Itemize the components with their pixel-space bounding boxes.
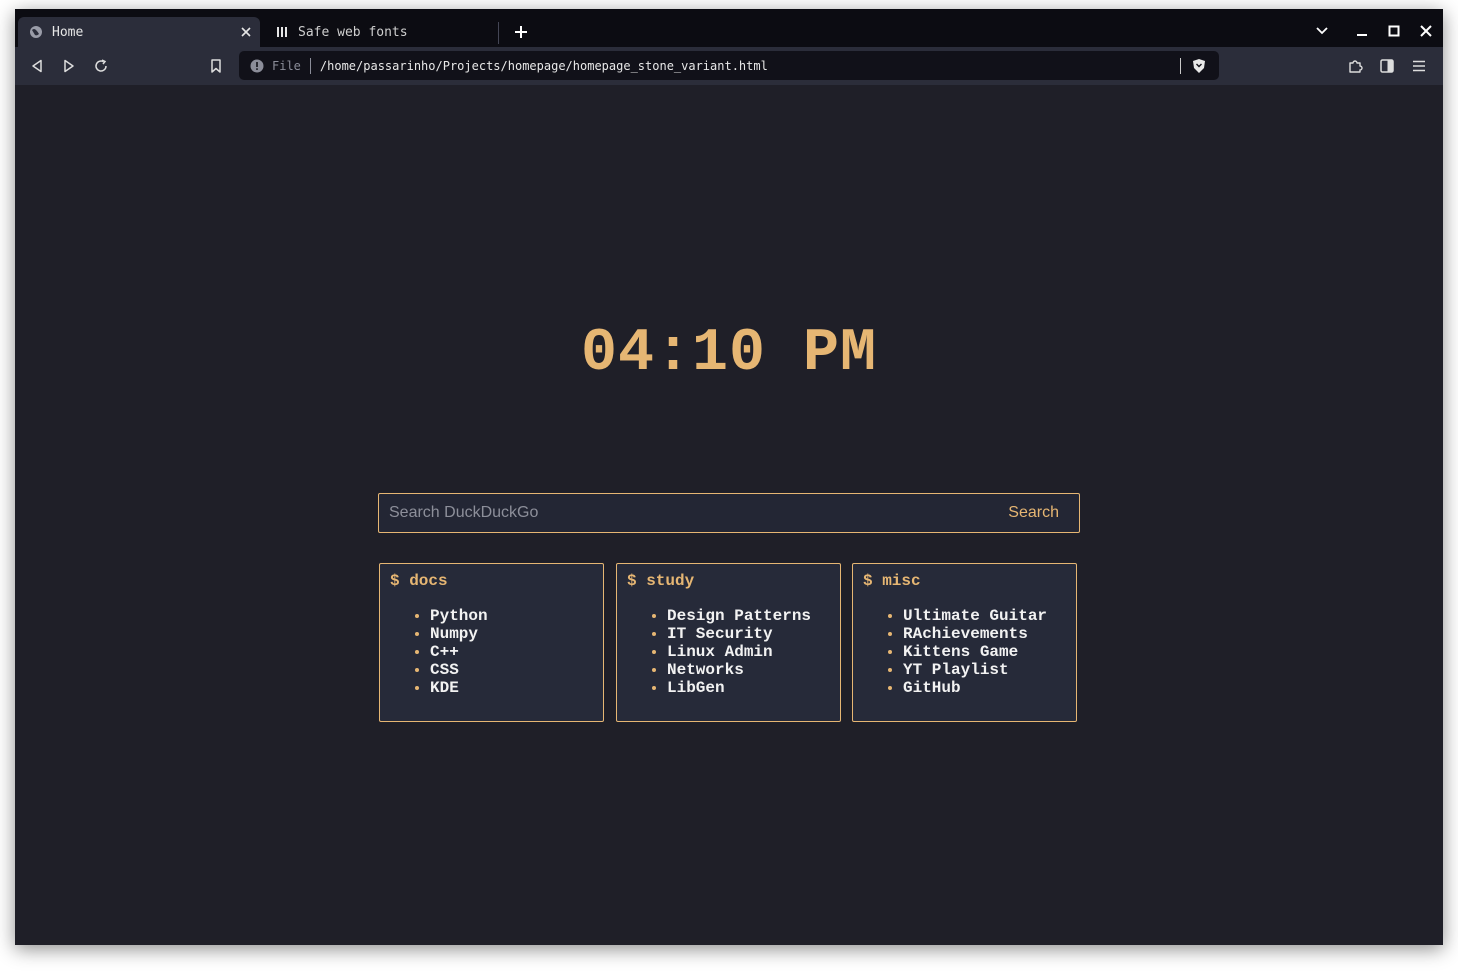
link-rachievements[interactable]: RAchievements (887, 625, 1047, 643)
card-title: $ docs (390, 572, 448, 590)
back-button[interactable] (23, 53, 51, 79)
search-input[interactable] (379, 495, 999, 531)
link-cpp[interactable]: C++ (415, 643, 488, 661)
site-info-icon[interactable] (250, 59, 264, 73)
link-yt-playlist[interactable]: YT Playlist (887, 661, 1047, 679)
tab-title: Home (52, 24, 84, 40)
search-button[interactable]: Search (998, 495, 1079, 531)
tab-home[interactable]: Home (18, 17, 260, 47)
sidebar-button[interactable] (1373, 53, 1401, 79)
link-ultimate-guitar[interactable]: Ultimate Guitar (887, 607, 1047, 625)
maximize-icon (1388, 25, 1400, 37)
extensions-button[interactable] (1341, 53, 1369, 79)
link-linux-admin[interactable]: Linux Admin (651, 643, 811, 661)
link-networks[interactable]: Networks (651, 661, 811, 679)
puzzle-icon (1349, 60, 1363, 73)
site-favicon-icon (274, 24, 290, 40)
hamburger-menu-icon (1413, 60, 1425, 72)
link-kde[interactable]: KDE (415, 679, 488, 697)
link-it-security[interactable]: IT Security (651, 625, 811, 643)
close-icon (1420, 25, 1432, 37)
minimize-button[interactable] (1348, 17, 1376, 45)
tab-search-button[interactable] (1308, 17, 1336, 45)
card-docs: $ docs Python Numpy C++ CSS KDE (379, 563, 604, 722)
link-numpy[interactable]: Numpy (415, 625, 488, 643)
link-design-patterns[interactable]: Design Patterns (651, 607, 811, 625)
new-tab-button[interactable] (509, 21, 533, 43)
tab-title: Safe web fonts (298, 24, 408, 40)
card-title: $ study (627, 572, 695, 590)
brave-shield-icon[interactable] (1191, 58, 1207, 74)
close-window-button[interactable] (1412, 17, 1440, 45)
plus-icon (515, 26, 527, 38)
link-python[interactable]: Python (415, 607, 488, 625)
chevron-down-icon (1316, 27, 1328, 35)
reload-button[interactable] (87, 53, 115, 79)
back-icon (32, 59, 42, 73)
search-form: Search (378, 493, 1080, 533)
forward-icon (64, 59, 74, 73)
maximize-button[interactable] (1380, 17, 1408, 45)
card-misc: $ misc Ultimate Guitar RAchievements Kit… (852, 563, 1077, 722)
bookmark-icon (211, 59, 221, 73)
url-text[interactable]: /home/passarinho/Projects/homepage/homep… (320, 59, 1180, 73)
forward-button[interactable] (55, 53, 83, 79)
link-list: Ultimate Guitar RAchievements Kittens Ga… (863, 607, 1047, 697)
tab-strip: Home Safe web fonts (15, 9, 1443, 47)
address-bar[interactable]: File /home/passarinho/Projects/homepage/… (239, 51, 1219, 80)
browser-toolbar: File /home/passarinho/Projects/homepage/… (15, 47, 1443, 85)
card-study: $ study Design Patterns IT Security Linu… (616, 563, 841, 722)
link-list: Python Numpy C++ CSS KDE (390, 607, 488, 697)
url-right-divider (1180, 57, 1181, 74)
url-divider (309, 57, 311, 74)
homepage: 04:10 PM Search $ docs Python Numpy C++ … (15, 85, 1443, 945)
card-title: $ misc (863, 572, 921, 590)
url-scheme-label: File (272, 58, 301, 73)
link-css[interactable]: CSS (415, 661, 488, 679)
link-kittens-game[interactable]: Kittens Game (887, 643, 1047, 661)
sidebar-icon (1380, 59, 1394, 73)
link-libgen[interactable]: LibGen (651, 679, 811, 697)
bookmark-button[interactable] (202, 53, 230, 79)
browser-window: Home Safe web fonts File /home/passarinh… (15, 9, 1443, 945)
reload-icon (95, 59, 107, 72)
globe-icon (28, 24, 44, 40)
link-list: Design Patterns IT Security Linux Admin … (627, 607, 811, 697)
minimize-icon (1357, 34, 1367, 36)
tab-separator (498, 22, 499, 44)
close-tab-icon[interactable] (238, 24, 254, 40)
clock: 04:10 PM (580, 320, 878, 388)
link-github[interactable]: GitHub (887, 679, 1047, 697)
menu-button[interactable] (1405, 53, 1433, 79)
tab-safe-web-fonts[interactable]: Safe web fonts (264, 17, 498, 47)
